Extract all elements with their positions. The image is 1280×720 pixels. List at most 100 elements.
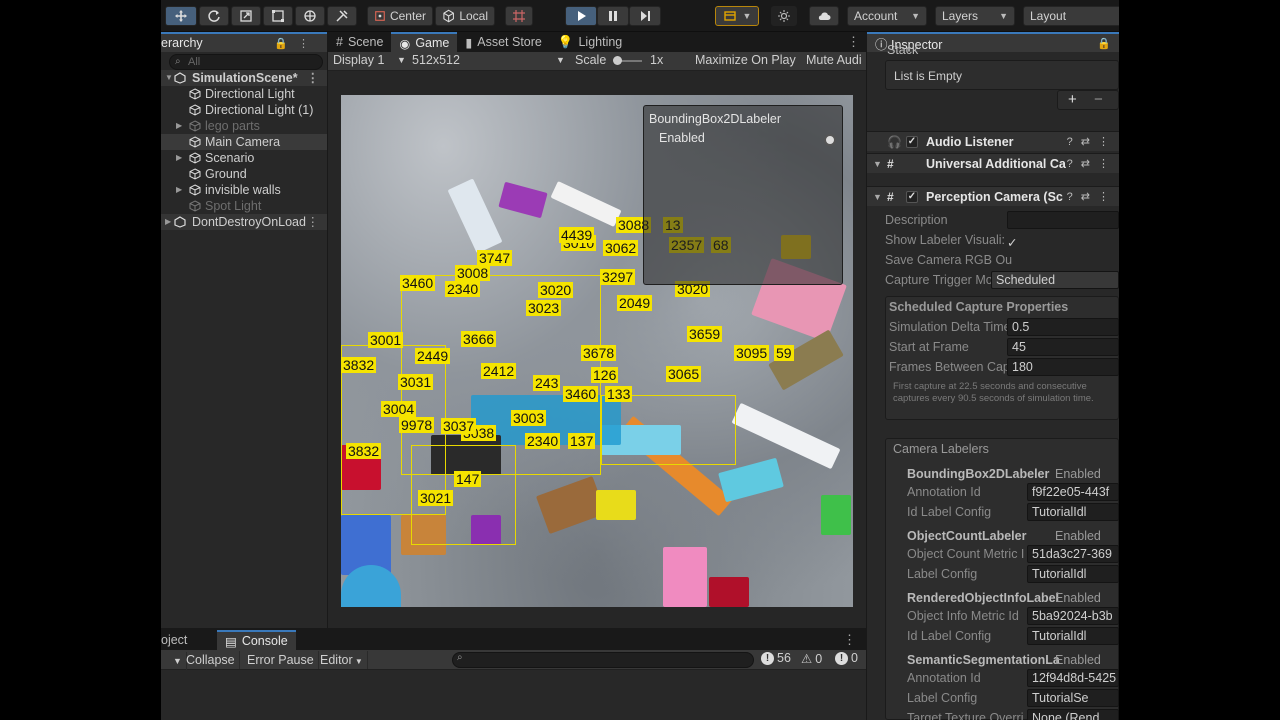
transform-tool-icon[interactable] <box>295 6 325 26</box>
labeler-bbox2d[interactable]: BoundingBox2DLabeler Enabled <box>867 464 1119 484</box>
tree-row-ground[interactable]: Ground <box>161 166 327 182</box>
expand-arrow-icon[interactable]: ▼ <box>165 70 173 86</box>
tab-project[interactable]: oject <box>161 630 217 650</box>
labeler-overlay-window[interactable]: BoundingBox2DLabeler Enabled <box>643 105 843 285</box>
collab-dropdown[interactable]: ▼ <box>715 6 759 26</box>
delta-time-input[interactable]: 0.5 <box>1007 318 1119 336</box>
grid-snap-icon[interactable] <box>505 6 533 26</box>
move-tool-icon[interactable] <box>165 6 197 26</box>
kebab-icon[interactable]: ⋮ <box>307 70 320 86</box>
start-frame-field[interactable]: Start at Frame 45 <box>867 337 1119 357</box>
collapse-arrow-icon[interactable]: ▶ <box>165 214 171 230</box>
game-viewport[interactable]: 3088 13 3010 3062 2357 68 3747 3008 3020… <box>341 95 853 607</box>
component-audio-listener[interactable]: 🎧 ✓ Audio Listener ?⇄⋮ <box>867 131 1119 151</box>
enabled-checkbox[interactable]: ✓ <box>906 191 918 203</box>
enabled-toggle[interactable] <box>824 134 836 146</box>
description-input[interactable] <box>1007 211 1119 229</box>
add-icon[interactable]: + <box>1068 91 1077 108</box>
collapse-arrow-icon[interactable]: ▼ <box>873 154 882 173</box>
labeler-semantic-segmentation[interactable]: SemanticSegmentationLa Enabled <box>867 650 1119 670</box>
account-dropdown[interactable]: Account ▼ <box>847 6 927 26</box>
tree-row-dont-destroy-on-load[interactable]: ▶ DontDestroyOnLoad ⋮ <box>161 214 327 230</box>
tree-row-invisible-walls[interactable]: ▶ invisible walls <box>161 182 327 198</box>
pivot-center-button[interactable]: Center <box>367 6 433 26</box>
display-dropdown[interactable]: Display 1 <box>333 53 384 67</box>
capture-trigger-mode-field[interactable]: Capture Trigger Mode Scheduled <box>867 270 1119 290</box>
tree-row-main-camera[interactable]: Main Camera <box>161 134 327 150</box>
custom-tool-icon[interactable] <box>327 6 357 26</box>
field-value[interactable]: TutorialIdl <box>1027 503 1119 521</box>
target-texture-field[interactable]: Target Texture Overri None (Rend <box>867 708 1119 720</box>
field-value[interactable]: TutorialIdl <box>1027 627 1119 645</box>
collapse-arrow-icon[interactable]: ▶ <box>176 182 182 198</box>
console-search-input[interactable]: ⌕ <box>452 652 754 668</box>
kebab-icon[interactable]: ⋮ <box>307 214 320 230</box>
kebab-icon[interactable]: ⋮ <box>843 632 856 648</box>
services-icon[interactable] <box>771 6 797 26</box>
component-actions-icon[interactable]: ?⇄⋮ <box>1067 187 1117 206</box>
labeler-object-count[interactable]: ObjectCountLabeler Enabled <box>867 526 1119 546</box>
label-config-field[interactable]: Label Config TutorialIdl <box>867 564 1119 584</box>
frames-between-input[interactable]: 180 <box>1007 358 1119 376</box>
component-universal-camera[interactable]: ▼ # Universal Additional Ca ?⇄⋮ <box>867 153 1119 173</box>
field-value[interactable]: TutorialIdl <box>1027 565 1119 583</box>
field-value[interactable]: 12f94d8d-5425 <box>1027 669 1119 687</box>
field-value[interactable]: f9f22e05-443f <box>1027 483 1119 501</box>
delta-time-field[interactable]: Simulation Delta Time 0.5 <box>867 317 1119 337</box>
field-value[interactable]: 51da3c27-369 <box>1027 545 1119 563</box>
count-metric-field[interactable]: Object Count Metric I 51da3c27-369 <box>867 544 1119 564</box>
remove-icon[interactable]: − <box>1094 91 1103 108</box>
error-pause-button[interactable]: Error Pause <box>243 651 319 669</box>
annotation-id-field[interactable]: Annotation Id 12f94d8d-5425 <box>867 668 1119 688</box>
component-actions-icon[interactable]: ?⇄⋮ <box>1067 132 1117 151</box>
tab-console[interactable]: ▤ Console <box>217 630 296 650</box>
enabled-checkbox[interactable]: ✓ <box>906 136 918 148</box>
labeler-rendered-object-info[interactable]: RenderedObjectInfoLabel Enabled <box>867 588 1119 608</box>
tree-row-directional-light[interactable]: Directional Light <box>161 86 327 102</box>
info-count[interactable]: ! 56 <box>761 651 791 665</box>
label-config-field[interactable]: Id Label Config TutorialIdl <box>867 502 1119 522</box>
space-local-button[interactable]: Local <box>435 6 495 26</box>
lock-icon[interactable]: 🔒⋮ <box>274 37 319 50</box>
step-button[interactable] <box>629 6 661 26</box>
show-visualizations-field[interactable]: Show Labeler Visuali: ✓ <box>867 230 1119 250</box>
field-value[interactable]: TutorialSe <box>1027 689 1119 707</box>
start-frame-input[interactable]: 45 <box>1007 338 1119 356</box>
labeler-enabled[interactable]: Enabled <box>1055 588 1101 608</box>
component-actions-icon[interactable]: ?⇄⋮ <box>1067 154 1117 173</box>
scale-slider-handle[interactable] <box>613 56 622 65</box>
save-rgb-field[interactable]: Save Camera RGB Ou <box>867 250 1119 270</box>
checkbox-checked[interactable]: ✓ <box>1007 233 1017 250</box>
field-value[interactable]: 5ba92024-b3b <box>1027 607 1119 625</box>
description-field[interactable]: Description <box>867 210 1119 230</box>
field-value[interactable]: None (Rend <box>1027 709 1119 720</box>
capture-mode-dropdown[interactable]: Scheduled <box>991 271 1119 289</box>
frames-between-field[interactable]: Frames Between Cap 180 <box>867 357 1119 377</box>
tree-row-directional-light-1[interactable]: Directional Light (1) <box>161 102 327 118</box>
pause-button[interactable] <box>597 6 629 26</box>
component-perception-camera[interactable]: ▼ # ✓ Perception Camera (Sc ?⇄⋮ <box>867 186 1119 206</box>
info-metric-field[interactable]: Object Info Metric Id 5ba92024-b3b <box>867 606 1119 626</box>
resolution-dropdown[interactable]: 512x512 <box>412 53 460 67</box>
labeler-enabled[interactable]: Enabled <box>1055 526 1101 546</box>
tab-scene[interactable]: # Scene <box>328 32 391 52</box>
tree-row-simulation-scene[interactable]: ▼ SimulationScene* ⋮ <box>161 70 327 86</box>
rect-tool-icon[interactable] <box>263 6 293 26</box>
labeler-enabled[interactable]: Enabled <box>1055 464 1101 484</box>
tab-lighting[interactable]: 💡 Lighting <box>550 32 630 52</box>
label-config-field[interactable]: Id Label Config TutorialIdl <box>867 626 1119 646</box>
tab-hierarchy[interactable]: erarchy 🔒⋮ <box>161 32 327 52</box>
label-config-field[interactable]: Label Config TutorialSe <box>867 688 1119 708</box>
labeler-enabled[interactable]: Enabled <box>1055 650 1101 670</box>
scale-tool-icon[interactable] <box>231 6 261 26</box>
hierarchy-search-input[interactable]: ⌕ All <box>169 54 323 70</box>
rotate-tool-icon[interactable] <box>199 6 229 26</box>
tab-game[interactable]: ◉ Game <box>391 32 458 52</box>
annotation-id-field[interactable]: Annotation Id f9f22e05-443f <box>867 482 1119 502</box>
play-button[interactable] <box>565 6 597 26</box>
collapse-arrow-icon[interactable]: ▶ <box>176 118 182 134</box>
collapse-arrow-icon[interactable]: ▶ <box>176 150 182 166</box>
expand-arrow-icon[interactable]: ▼ <box>873 187 882 206</box>
kebab-icon[interactable]: ⋮ <box>847 34 860 50</box>
maximize-on-play-toggle[interactable]: Maximize On Play <box>695 53 796 67</box>
